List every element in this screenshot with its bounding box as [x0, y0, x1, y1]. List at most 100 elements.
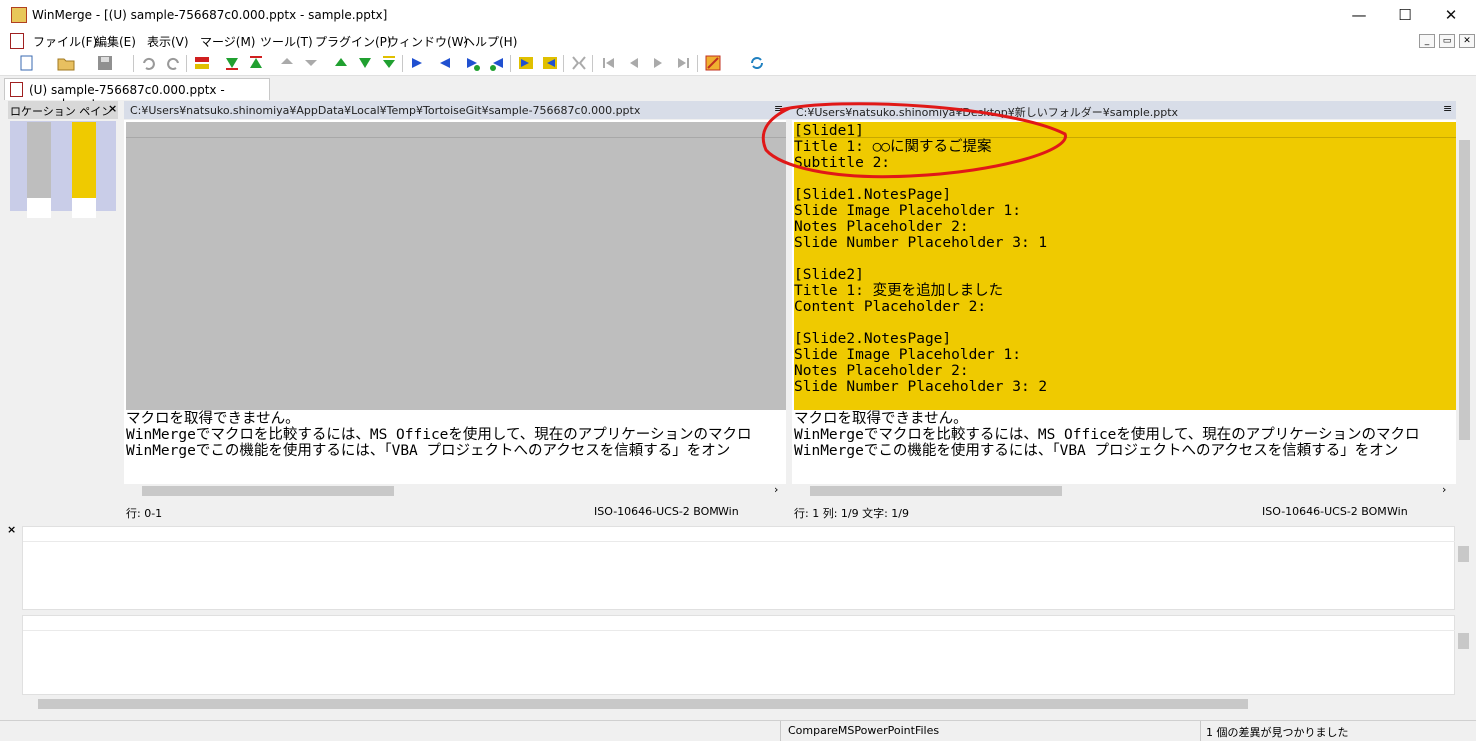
status-bar: CompareMSPowerPointFiles 1 個の差異が見つかりました [0, 720, 1476, 741]
first-difference-icon[interactable] [332, 54, 350, 72]
toolbar-separator [186, 55, 187, 72]
diff-pane-close-button[interactable]: × [7, 523, 16, 536]
status-diff-count: 1 個の差異が見つかりました [1206, 726, 1349, 739]
right-vscroll-thumb[interactable] [1459, 140, 1470, 440]
left-diff-line [126, 137, 786, 138]
diff-pane: × Diff ペイン [0, 523, 1476, 718]
menu-view[interactable]: 表示(V) [147, 33, 189, 50]
new-file-icon[interactable] [18, 54, 36, 72]
window-title: WinMerge - [(U) sample-756687c0.000.pptx… [32, 8, 388, 22]
toolbar-separator [592, 55, 593, 72]
merge-icon[interactable] [570, 54, 588, 72]
copy-all-right-icon[interactable] [517, 54, 535, 72]
minimize-button[interactable]: — [1336, 0, 1382, 31]
toolbar-separator [402, 55, 403, 72]
diff-hscroll-thumb[interactable] [38, 699, 1248, 709]
current-difference-icon[interactable] [356, 54, 374, 72]
last-difference-icon[interactable] [380, 54, 398, 72]
save-icon[interactable] [96, 54, 114, 72]
prev-diff-icon[interactable] [247, 54, 265, 72]
left-status-eol: Win [718, 505, 739, 518]
left-line: マクロを取得できません。 [126, 411, 300, 427]
tab-compare-document[interactable]: (U) sample-756687c0.000.pptx - sample.pp… [4, 78, 270, 111]
diff-lower-vertical-scrollbar[interactable] [1455, 615, 1472, 695]
location-left-diff-block [27, 122, 51, 198]
diff-pane-upper-editor[interactable] [22, 526, 1456, 610]
right-diff-line-text: [Slide1.NotesPage] [794, 187, 952, 203]
toolbar [0, 51, 1476, 76]
open-folder-icon[interactable] [57, 54, 75, 72]
copy-left-icon[interactable] [435, 54, 453, 72]
last-file-icon[interactable] [674, 54, 692, 72]
last-diff-icon[interactable] [302, 54, 320, 72]
left-status-encoding: ISO-10646-UCS-2 BOM [594, 505, 719, 518]
right-diff-line-text: Slide Number Placeholder 3: 1 [794, 235, 1048, 251]
close-button[interactable]: ✕ [1428, 0, 1474, 31]
right-line: マクロを取得できません。 [794, 411, 968, 427]
menu-file[interactable]: ファイル(F) [33, 33, 97, 50]
left-file-path: C:¥Users¥natsuko.shinomiya¥AppData¥Local… [130, 104, 641, 117]
left-editor[interactable]: マクロを取得できません。 WinMergeでマクロを比較するには、MS Offi… [124, 120, 786, 484]
first-diff-icon[interactable] [278, 54, 296, 72]
document-icon [10, 82, 23, 97]
copy-right-icon[interactable] [409, 54, 427, 72]
right-diff-line-text: Slide Image Placeholder 1: [794, 347, 1021, 363]
toolbar-separator [133, 55, 134, 72]
menu-edit[interactable]: 編集(E) [95, 33, 136, 50]
left-status-position: 行: 0-1 [126, 507, 163, 520]
diff-upper-vertical-scrollbar[interactable] [1455, 526, 1472, 610]
next-file-icon[interactable] [650, 54, 668, 72]
first-file-icon[interactable] [600, 54, 618, 72]
copy-all-left-icon[interactable] [541, 54, 559, 72]
menu-plugins[interactable]: プラグイン(P) [315, 33, 392, 50]
status-divider [780, 721, 781, 741]
location-pane-close-button[interactable]: × [108, 102, 117, 115]
right-horizontal-scrollbar[interactable]: › [792, 483, 1456, 498]
scroll-right-icon[interactable]: › [1442, 483, 1446, 496]
menu-window[interactable]: ウィンドウ(W) [387, 33, 468, 50]
diff-pane-lower-editor[interactable] [22, 615, 1456, 695]
status-plugin-name: CompareMSPowerPointFiles [788, 724, 940, 737]
scroll-right-icon[interactable]: › [774, 483, 778, 496]
redo-icon[interactable] [164, 54, 182, 72]
toolbar-separator [510, 55, 511, 72]
right-line: WinMergeでマクロを比較するには、MS Officeを使用して、現在のアプ… [794, 427, 1420, 443]
right-diff-line-text: Notes Placeholder 2: [794, 219, 969, 235]
location-right-equal-block [72, 198, 96, 218]
location-pane: ロケーション ペイン × [8, 101, 118, 515]
refresh-icon[interactable] [748, 54, 766, 72]
prev-file-icon[interactable] [624, 54, 642, 72]
undo-icon[interactable] [140, 54, 158, 72]
diff-upper-vscroll-thumb[interactable] [1458, 546, 1469, 562]
mdi-close-button[interactable]: ✕ [1459, 34, 1475, 48]
copy-right-advance-icon[interactable] [464, 54, 482, 72]
mdi-restore-button[interactable]: ▭ [1439, 34, 1455, 48]
title-bar: WinMerge - [(U) sample-756687c0.000.pptx… [0, 0, 1476, 31]
toolbar-separator [563, 55, 564, 72]
right-diff-line-text: [Slide2] [794, 267, 864, 283]
next-diff-icon[interactable] [223, 54, 241, 72]
document-icon[interactable] [10, 33, 24, 49]
menu-help[interactable]: ヘルプ(H) [463, 33, 517, 50]
diff-horizontal-scrollbar[interactable] [22, 697, 1455, 711]
toolbar-separator [697, 55, 698, 72]
right-diff-line-text: Slide Number Placeholder 3: 2 [794, 379, 1048, 395]
winmerge-app-icon [11, 7, 27, 23]
right-pane-menu-icon[interactable]: ≡ [1443, 102, 1452, 115]
left-line: WinMergeでマクロを比較するには、MS Officeを使用して、現在のアプ… [126, 427, 752, 443]
left-horizontal-scrollbar[interactable]: › [124, 483, 786, 498]
mdi-minimize-button[interactable]: _ [1419, 34, 1435, 48]
left-scroll-thumb[interactable] [142, 486, 394, 496]
maximize-button[interactable]: ☐ [1382, 0, 1428, 31]
right-vertical-scrollbar[interactable] [1456, 120, 1473, 484]
diff-lower-vscroll-thumb[interactable] [1458, 633, 1469, 649]
options-icon[interactable] [704, 54, 722, 72]
menu-merge[interactable]: マージ(M) [200, 33, 255, 50]
right-diff-line-text: Title 1: 変更を追加しました [794, 283, 1004, 299]
location-map[interactable] [10, 121, 116, 211]
menu-tools[interactable]: ツール(T) [260, 33, 313, 50]
right-scroll-thumb[interactable] [810, 486, 1062, 496]
diff-marker-icon[interactable] [193, 54, 211, 72]
status-divider [1200, 721, 1201, 741]
copy-left-advance-icon[interactable] [488, 54, 506, 72]
